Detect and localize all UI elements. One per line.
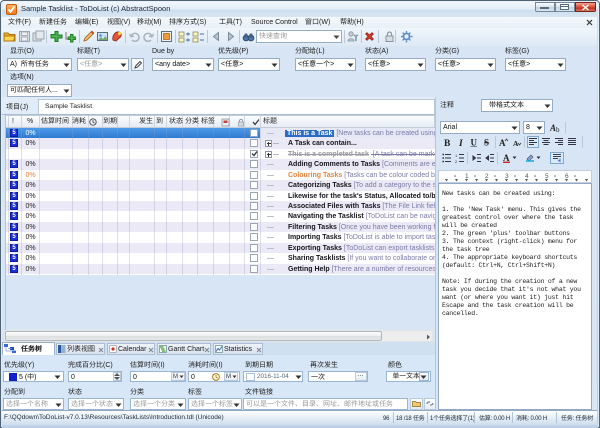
svg-text:6: 6: [565, 173, 569, 180]
svg-text:2: 2: [455, 159, 458, 163]
svg-text:B: B: [444, 139, 451, 147]
svg-text:5: 5: [545, 173, 549, 180]
svg-text:1: 1: [455, 153, 458, 158]
svg-text:2: 2: [485, 173, 489, 180]
svg-text:I: I: [458, 139, 463, 147]
svg-text:b: b: [556, 126, 560, 133]
svg-text:3: 3: [505, 173, 509, 180]
svg-text:U: U: [471, 138, 478, 148]
svg-text:A: A: [503, 153, 510, 163]
svg-text:4: 4: [525, 173, 529, 180]
svg-text:A: A: [499, 138, 506, 147]
svg-text:1: 1: [465, 173, 469, 180]
svg-text:S: S: [484, 138, 489, 148]
